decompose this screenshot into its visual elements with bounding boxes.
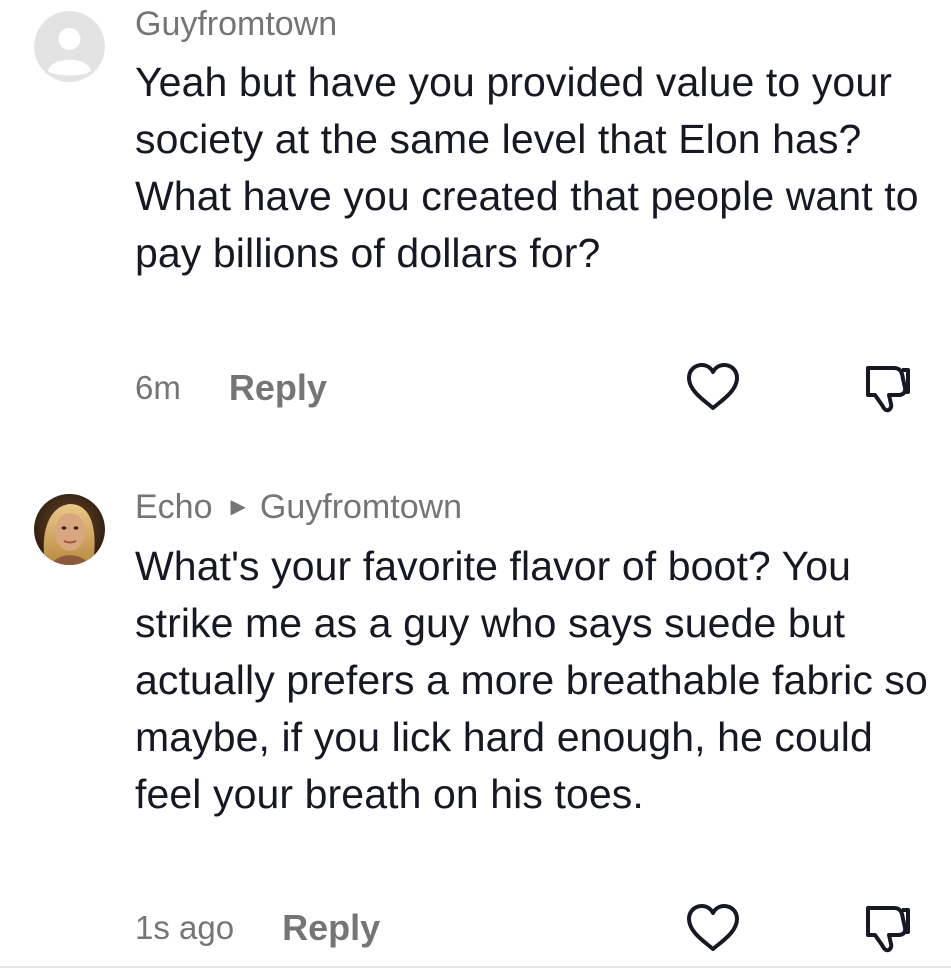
username[interactable]: Guyfromtown [135,4,337,44]
comment-item: Guyfromtown Yeah but have you provided v… [0,0,951,450]
comment-item: Echo ▶ Guyfromtown What's your favorite … [0,478,951,971]
comment-text: What's your favorite flavor of boot? You… [135,543,928,817]
caret-right-icon: ▶ [230,496,246,518]
reply-button[interactable]: Reply [229,368,327,408]
divider [0,966,951,968]
thumbs-down-icon[interactable] [860,360,914,414]
reply-to-username[interactable]: Guyfromtown [260,487,462,527]
timestamp: 6m [135,369,181,406]
comment-header: Echo ▶ Guyfromtown [135,487,462,527]
comment-meta: 1s ago Reply [135,908,380,948]
default-user-avatar-icon [34,11,105,82]
avatar[interactable] [34,11,105,82]
heart-outline-icon[interactable] [685,903,741,953]
reply-button[interactable]: Reply [282,908,380,948]
comment-text: Yeah but have you provided value to your… [135,59,919,276]
comment-header: Guyfromtown [135,4,337,44]
username[interactable]: Echo [135,487,213,527]
comment-meta: 6m Reply [135,368,327,408]
user-photo-avatar [34,494,105,565]
thumbs-down-icon[interactable] [860,900,914,954]
heart-outline-icon[interactable] [685,362,741,412]
timestamp: 1s ago [135,909,235,946]
avatar[interactable] [34,494,105,565]
